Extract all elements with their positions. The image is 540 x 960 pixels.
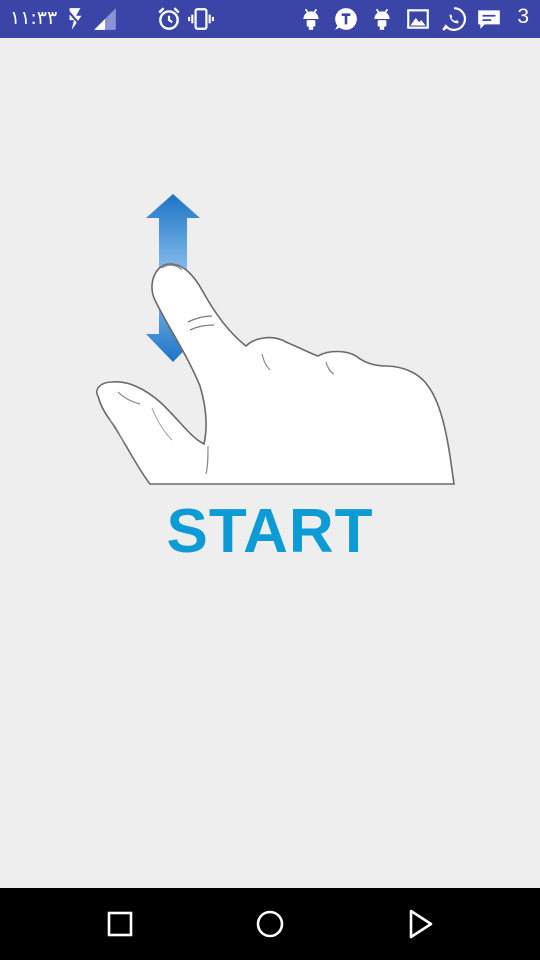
vibrate-icon (188, 8, 214, 30)
status-bar: ١١:٣٣ 3 (0, 0, 540, 38)
android-icon (303, 8, 319, 30)
status-number: 3 (517, 5, 529, 28)
telegram-icon (335, 8, 357, 30)
whatsapp-icon (442, 7, 466, 31)
main-content: START (0, 38, 540, 888)
android-icon (374, 8, 390, 30)
start-button[interactable]: START (0, 496, 540, 567)
swipe-up-down-hand-icon (96, 194, 455, 485)
recents-button[interactable] (102, 906, 138, 942)
gallery-icon (407, 9, 429, 29)
back-button[interactable] (402, 906, 438, 942)
alarm-icon (158, 7, 180, 30)
flash-off-icon (66, 8, 84, 30)
navigation-bar (0, 888, 540, 960)
signal-icon (94, 8, 116, 30)
status-time: ١١:٣٣ (10, 7, 58, 29)
home-button[interactable] (252, 906, 288, 942)
message-icon (478, 10, 500, 29)
